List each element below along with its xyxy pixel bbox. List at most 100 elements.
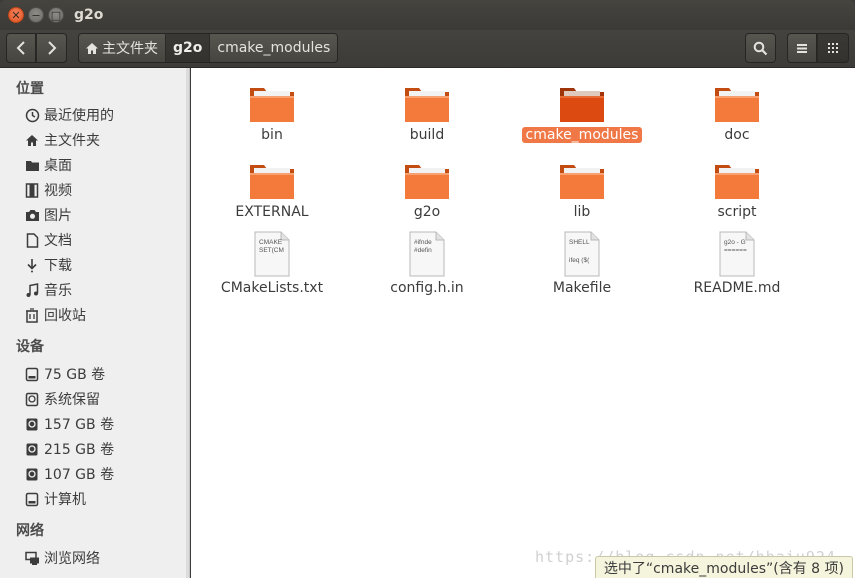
drive-icon <box>24 416 40 432</box>
breadcrumb-home[interactable]: 主文件夹 <box>79 34 166 62</box>
maximize-window-button[interactable]: □ <box>48 7 64 23</box>
sidebar-item-label: 图片 <box>44 208 72 224</box>
sidebar-item-label: 系统保留 <box>44 392 100 408</box>
breadcrumb-g2o[interactable]: g2o <box>166 34 211 62</box>
sidebar-heading-network: 网络 <box>16 523 44 539</box>
file-preview-line: CMAKE <box>259 239 283 246</box>
sidebar-item-pictures[interactable]: 图片 <box>24 204 72 226</box>
file-item-cmake-modules[interactable]: cmake_modules <box>507 84 657 143</box>
sidebar-item-label: 视频 <box>44 183 72 199</box>
sidebar-item-music[interactable]: 音乐 <box>24 279 72 301</box>
folder-icon <box>715 88 759 122</box>
back-button[interactable] <box>6 33 36 63</box>
sidebar-item-system-reserved[interactable]: 系统保留 <box>24 388 100 410</box>
file-label: Makefile <box>552 280 612 296</box>
file-item-script[interactable]: script <box>662 161 812 220</box>
home-icon <box>24 132 40 148</box>
file-label: doc <box>724 127 750 143</box>
sidebar-item-label: 最近使用的 <box>44 108 114 124</box>
drive-icon <box>24 391 40 407</box>
sidebar-resize-handle[interactable] <box>186 68 190 578</box>
close-icon: ✕ <box>11 8 21 22</box>
sidebar: 位置 最近使用的 主文件夹 桌面 视频 图片 文档 下载 音乐 回收站 设备 7… <box>0 68 186 578</box>
network-icon <box>24 550 40 566</box>
file-item-cmakelists[interactable]: CMAKE SET(CM CMakeLists.txt <box>197 231 347 296</box>
text-file-icon: SHELL ifeq ($( <box>564 231 600 277</box>
text-file-icon: CMAKE SET(CM <box>254 231 290 277</box>
folder-icon <box>405 165 449 199</box>
home-icon <box>86 42 98 54</box>
sidebar-item-label: 107 GB 卷 <box>44 467 115 483</box>
breadcrumb: 主文件夹 g2o cmake_modules <box>78 33 339 63</box>
sidebar-item-trash[interactable]: 回收站 <box>24 304 86 326</box>
sidebar-item-volume-107[interactable]: 107 GB 卷 <box>24 463 114 485</box>
file-item-build[interactable]: build <box>352 84 502 143</box>
sidebar-item-label: 回收站 <box>44 308 86 324</box>
sidebar-item-label: 75 GB 卷 <box>44 367 106 383</box>
file-label: EXTERNAL <box>235 204 309 220</box>
sidebar-item-label: 浏览网络 <box>44 551 100 567</box>
file-item-config-h-in[interactable]: #ifnde #defin config.h.in <box>352 231 502 296</box>
trash-icon <box>24 307 40 323</box>
breadcrumb-cmake-modules[interactable]: cmake_modules <box>210 34 337 62</box>
folder-desktop-icon <box>24 157 40 173</box>
sidebar-item-label: 157 GB 卷 <box>44 417 115 433</box>
toolbar: 主文件夹 g2o cmake_modules <box>0 30 855 68</box>
file-item-lib[interactable]: lib <box>507 161 657 220</box>
file-item-readme[interactable]: g2o - G ====== README.md <box>662 231 812 296</box>
sidebar-item-home[interactable]: 主文件夹 <box>24 129 100 151</box>
file-preview-line: SHELL <box>569 239 590 246</box>
folder-icon <box>405 88 449 122</box>
minimize-icon: − <box>31 8 41 22</box>
file-item-external[interactable]: EXTERNAL <box>197 161 347 220</box>
sidebar-item-computer[interactable]: 计算机 <box>24 488 86 510</box>
text-file-icon: #ifnde #defin <box>409 231 445 277</box>
sidebar-item-label: 主文件夹 <box>44 133 100 149</box>
file-preview-line: SET(CM <box>259 247 284 254</box>
file-item-g2o[interactable]: g2o <box>352 161 502 220</box>
folder-icon <box>560 165 604 199</box>
sidebar-item-desktop[interactable]: 桌面 <box>24 154 72 176</box>
sidebar-item-label: 计算机 <box>44 492 86 508</box>
folder-icon <box>250 88 294 122</box>
file-label: script <box>717 204 757 220</box>
title-bar: ✕ − □ g2o <box>0 0 855 30</box>
drive-icon <box>24 491 40 507</box>
list-view-button[interactable] <box>787 33 817 63</box>
sidebar-item-volume-75[interactable]: 75 GB 卷 <box>24 363 105 385</box>
file-label: cmake_modules <box>521 127 643 143</box>
drive-icon <box>24 441 40 457</box>
close-window-button[interactable]: ✕ <box>8 7 24 23</box>
search-button[interactable] <box>745 33 776 63</box>
forward-button[interactable] <box>36 33 67 63</box>
file-preview-line: ifeq ($( <box>569 257 590 264</box>
minimize-window-button[interactable]: − <box>28 7 44 23</box>
sidebar-item-label: 桌面 <box>44 158 72 174</box>
music-icon <box>24 282 40 298</box>
sidebar-item-recent[interactable]: 最近使用的 <box>24 104 114 126</box>
download-icon <box>24 257 40 273</box>
window-title: g2o <box>74 7 104 23</box>
sidebar-heading-places: 位置 <box>16 81 44 97</box>
sidebar-item-documents[interactable]: 文档 <box>24 229 72 251</box>
drive-icon <box>24 466 40 482</box>
sidebar-item-volume-215[interactable]: 215 GB 卷 <box>24 438 114 460</box>
sidebar-item-volume-157[interactable]: 157 GB 卷 <box>24 413 114 435</box>
film-icon <box>24 182 40 198</box>
sidebar-item-downloads[interactable]: 下载 <box>24 254 72 276</box>
sidebar-item-videos[interactable]: 视频 <box>24 179 72 201</box>
list-view-icon <box>797 44 807 53</box>
file-item-bin[interactable]: bin <box>197 84 347 143</box>
grid-view-button[interactable] <box>817 33 849 63</box>
file-item-makefile[interactable]: SHELL ifeq ($( Makefile <box>507 231 657 296</box>
file-item-doc[interactable]: doc <box>662 84 812 143</box>
folder-icon <box>715 165 759 199</box>
chevron-left-icon <box>16 41 25 55</box>
file-label: README.md <box>693 280 781 296</box>
chevron-right-icon <box>47 41 56 55</box>
grid-view-icon <box>828 43 838 53</box>
sidebar-item-browse-network[interactable]: 浏览网络 <box>24 547 100 569</box>
file-preview-line: g2o - G <box>724 239 746 246</box>
folder-icon <box>560 88 604 122</box>
file-preview-line: ====== <box>724 247 747 254</box>
